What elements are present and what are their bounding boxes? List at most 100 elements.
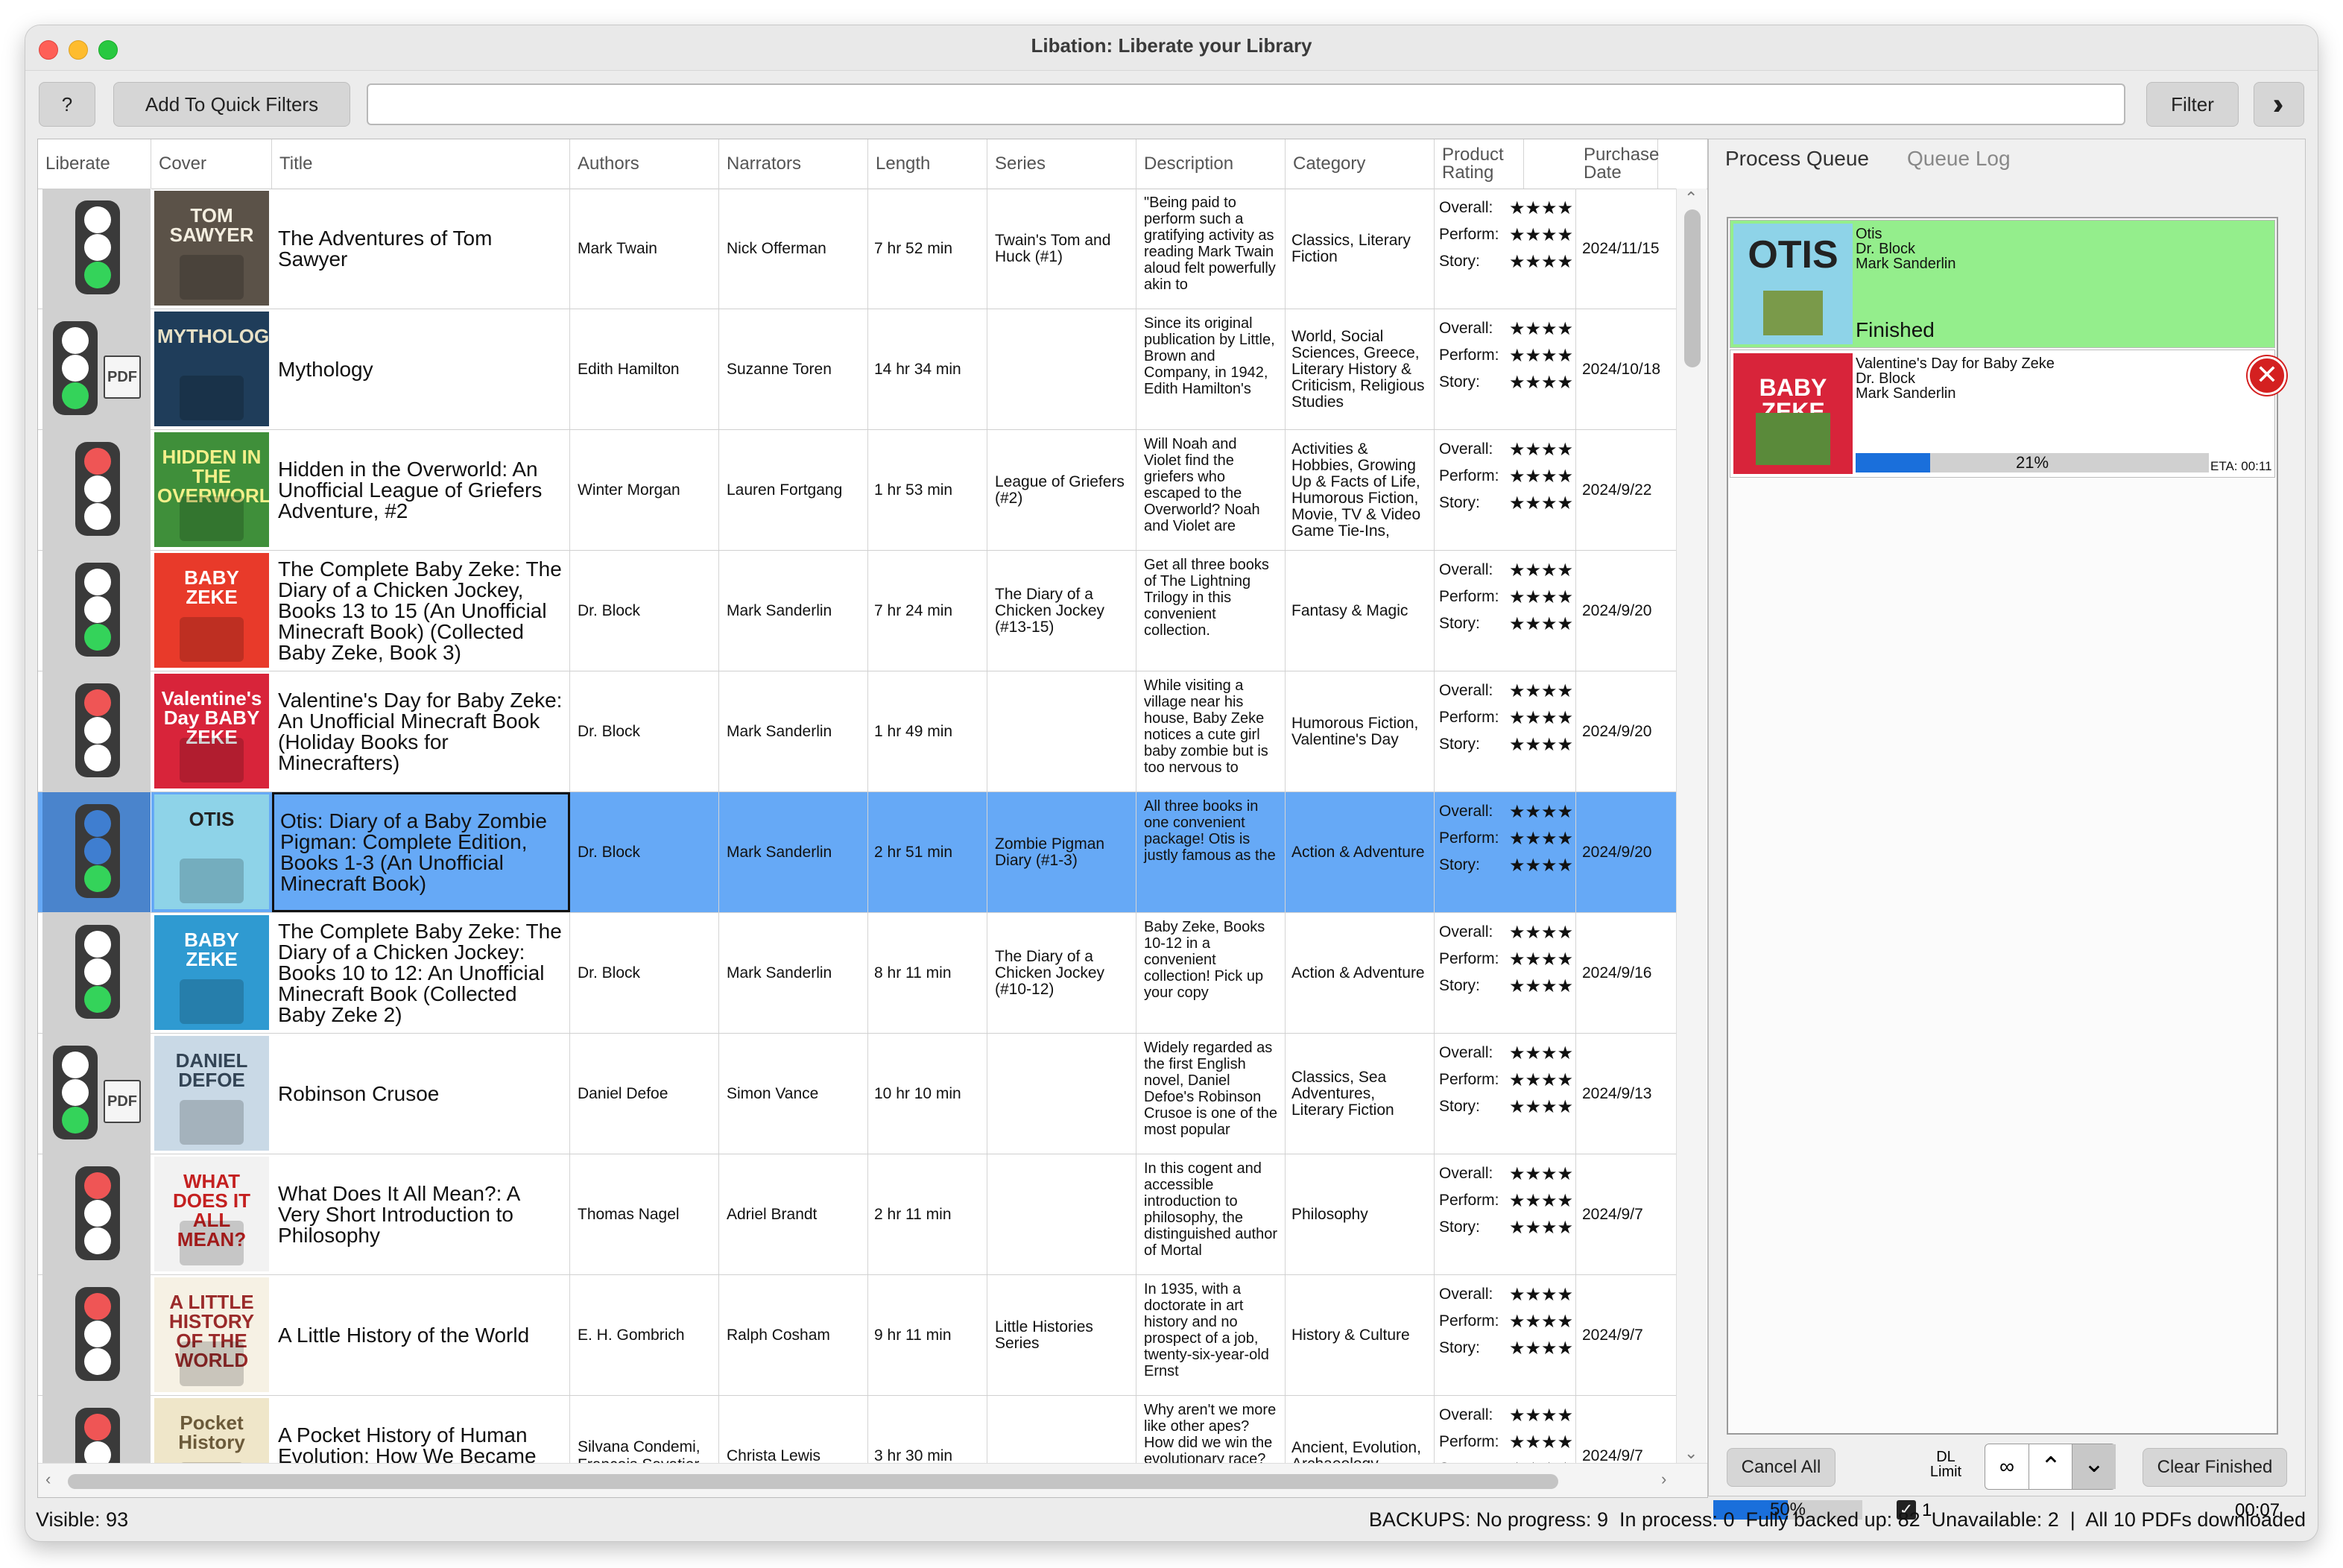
- cover-cell[interactable]: Pocket History: [151, 1396, 272, 1463]
- chevrons-right-icon[interactable]: ›››: [2254, 82, 2304, 127]
- table-row[interactable]: BABY ZEKE The Complete Baby Zeke: The Dia…: [38, 551, 1676, 671]
- description-cell[interactable]: "Being paid to perform such a gratifying…: [1136, 189, 1286, 309]
- narrators-cell[interactable]: Adriel Brandt: [719, 1154, 868, 1274]
- narrators-cell[interactable]: Lauren Fortgang: [719, 430, 868, 550]
- liberate-cell[interactable]: [42, 671, 151, 791]
- liberate-cell[interactable]: [42, 792, 151, 912]
- table-row[interactable]: HIDDEN IN THE OVERWORLDHidden in the Ove…: [38, 430, 1676, 551]
- category-cell[interactable]: Action & Adventure: [1286, 913, 1435, 1033]
- table-row[interactable]: WHAT DOES IT ALL MEAN? What Does It All M…: [38, 1154, 1676, 1275]
- length-cell[interactable]: 8 hr 11 min: [868, 913, 987, 1033]
- title-cell[interactable]: What Does It All Mean?: A Very Short Int…: [272, 1154, 570, 1274]
- title-cell[interactable]: Otis: Diary of a Baby Zombie Pigman: Com…: [272, 792, 570, 912]
- liberate-cell[interactable]: [42, 1154, 151, 1274]
- purchase-date-cell[interactable]: 2024/9/7: [1576, 1396, 1676, 1464]
- rating-cell[interactable]: Overall:★★★★Perform:★★★★Story:★★★★: [1435, 1275, 1576, 1395]
- liberate-cell[interactable]: PDF: [42, 1034, 151, 1154]
- scroll-up-icon[interactable]: ⌃: [1684, 189, 1698, 208]
- description-cell[interactable]: Since its original publication by Little…: [1136, 309, 1286, 429]
- liberate-cell[interactable]: [42, 913, 151, 1033]
- description-cell[interactable]: In 1935, with a doctorate in art history…: [1136, 1275, 1286, 1395]
- cover-cell[interactable]: HIDDEN IN THE OVERWORLD: [151, 430, 272, 550]
- purchase-date-cell[interactable]: 2024/9/16: [1576, 913, 1676, 1033]
- series-cell[interactable]: The Diary of a Chicken Jockey (#10-12): [987, 913, 1136, 1033]
- search-input[interactable]: [367, 83, 2125, 125]
- narrators-cell[interactable]: Simon Vance: [719, 1034, 868, 1154]
- title-cell[interactable]: Mythology: [272, 309, 570, 429]
- help-button[interactable]: ?: [39, 82, 95, 127]
- cover-cell[interactable]: OTIS: [151, 792, 272, 912]
- header-description[interactable]: Description: [1136, 139, 1286, 189]
- scroll-down-icon[interactable]: ⌄: [1684, 1444, 1698, 1463]
- purchase-date-cell[interactable]: 2024/10/18: [1576, 309, 1676, 429]
- purchase-date-cell[interactable]: 2024/9/7: [1576, 1275, 1676, 1395]
- cover-cell[interactable]: BABY ZEKE: [151, 551, 272, 671]
- header-narrators[interactable]: Narrators: [719, 139, 868, 189]
- purchase-date-cell[interactable]: 2024/9/20: [1576, 671, 1676, 791]
- liberate-cell[interactable]: PDF: [42, 309, 151, 429]
- title-cell[interactable]: Valentine's Day for Baby Zeke: An Unoffi…: [272, 671, 570, 791]
- category-cell[interactable]: Classics, Literary Fiction: [1286, 189, 1435, 309]
- series-cell[interactable]: League of Griefers (#2): [987, 430, 1136, 550]
- authors-cell[interactable]: Winter Morgan: [570, 430, 719, 550]
- title-cell[interactable]: Robinson Crusoe: [272, 1034, 570, 1154]
- cancel-download-icon[interactable]: ✕: [2248, 356, 2286, 395]
- liberate-cell[interactable]: [42, 551, 151, 671]
- description-cell[interactable]: In this cogent and accessible introducti…: [1136, 1154, 1286, 1274]
- tab-queue-log[interactable]: Queue Log: [1907, 147, 2011, 171]
- authors-cell[interactable]: Edith Hamilton: [570, 309, 719, 429]
- product-grid[interactable]: Liberate Cover Title Authors Narrators L…: [37, 139, 1708, 1498]
- category-cell[interactable]: Activities & Hobbies, Growing Up & Facts…: [1286, 430, 1435, 550]
- cancel-all-button[interactable]: Cancel All: [1727, 1448, 1835, 1487]
- authors-cell[interactable]: Thomas Nagel: [570, 1154, 719, 1274]
- scroll-right-icon[interactable]: ›: [1661, 1470, 1666, 1489]
- liberate-cell[interactable]: [42, 1396, 151, 1463]
- title-cell[interactable]: The Complete Baby Zeke: The Diary of a C…: [272, 551, 570, 671]
- series-cell[interactable]: Twain's Tom and Huck (#1): [987, 189, 1136, 309]
- category-cell[interactable]: History & Culture: [1286, 1275, 1435, 1395]
- table-row[interactable]: Pocket History A Pocket History of Human …: [38, 1396, 1676, 1463]
- rating-cell[interactable]: Overall:★★★★Perform:★★★★Story:★★★★: [1435, 189, 1576, 309]
- length-cell[interactable]: 14 hr 34 min: [868, 309, 987, 429]
- vertical-scroll-thumb[interactable]: [1684, 209, 1701, 367]
- description-cell[interactable]: Why aren't we more like other apes? How …: [1136, 1396, 1286, 1463]
- length-cell[interactable]: 1 hr 49 min: [868, 671, 987, 791]
- narrators-cell[interactable]: Mark Sanderlin: [719, 551, 868, 671]
- category-cell[interactable]: Ancient, Evolution, Archaeology: [1286, 1396, 1435, 1463]
- header-product-rating[interactable]: Product Rating: [1435, 139, 1524, 189]
- queue-item-in-progress[interactable]: BABY ZEKE Valentine's Day for Baby Zeke …: [1730, 350, 2286, 478]
- liberate-cell[interactable]: [42, 189, 151, 309]
- title-cell[interactable]: A Pocket History of Human Evolution: How…: [272, 1396, 570, 1463]
- length-cell[interactable]: 2 hr 11 min: [868, 1154, 987, 1274]
- horizontal-scrollbar[interactable]: ‹ ›: [38, 1463, 1707, 1497]
- length-cell[interactable]: 2 hr 51 min: [868, 792, 987, 912]
- rating-cell[interactable]: Overall:★★★★Perform:★★★★Story:★★★★: [1435, 792, 1576, 912]
- authors-cell[interactable]: Silvana Condemi, Francois Savatier: [570, 1396, 719, 1463]
- category-cell[interactable]: World, Social Sciences, Greece, Literary…: [1286, 309, 1435, 429]
- header-category[interactable]: Category: [1286, 139, 1435, 189]
- cover-cell[interactable]: Valentine's Day BABY ZEKE: [151, 671, 272, 791]
- category-cell[interactable]: Fantasy & Magic: [1286, 551, 1435, 671]
- clear-finished-button[interactable]: Clear Finished: [2143, 1448, 2287, 1487]
- scroll-left-icon[interactable]: ‹: [45, 1470, 51, 1489]
- cover-cell[interactable]: DANIEL DEFOE: [151, 1034, 272, 1154]
- narrators-cell[interactable]: Mark Sanderlin: [719, 913, 868, 1033]
- length-cell[interactable]: 7 hr 52 min: [868, 189, 987, 309]
- rating-cell[interactable]: Overall:★★★★Perform:★★★★Story:★★★★: [1435, 1396, 1576, 1463]
- table-row[interactable]: PDF DANIEL DEFOE Robinson Crusoe Daniel Def…: [38, 1034, 1676, 1154]
- series-cell[interactable]: Little Histories Series: [987, 1275, 1136, 1395]
- tab-process-queue[interactable]: Process Queue: [1725, 147, 1869, 171]
- authors-cell[interactable]: E. H. Gombrich: [570, 1275, 719, 1395]
- series-cell[interactable]: [987, 1154, 1136, 1274]
- narrators-cell[interactable]: Mark Sanderlin: [719, 671, 868, 791]
- vertical-scrollbar[interactable]: ⌃ ⌄: [1676, 189, 1707, 1463]
- purchase-date-cell[interactable]: 2024/9/22: [1576, 430, 1676, 550]
- series-cell[interactable]: The Diary of a Chicken Jockey (#13-15): [987, 551, 1136, 671]
- narrators-cell[interactable]: Nick Offerman: [719, 189, 868, 309]
- category-cell[interactable]: Philosophy: [1286, 1154, 1435, 1274]
- authors-cell[interactable]: Dr. Block: [570, 792, 719, 912]
- rating-cell[interactable]: Overall:★★★★Perform:★★★★Story:★★★★: [1435, 1154, 1576, 1274]
- cover-cell[interactable]: A LITTLE HISTORY OF THE WORLD: [151, 1275, 272, 1395]
- liberate-cell[interactable]: [42, 1275, 151, 1395]
- length-cell[interactable]: 9 hr 11 min: [868, 1275, 987, 1395]
